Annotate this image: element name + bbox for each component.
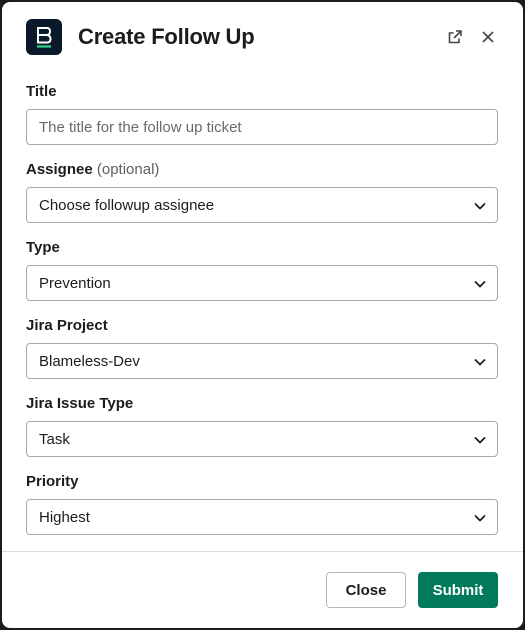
assignee-select[interactable]: Choose followup assignee [26,187,498,223]
close-icon[interactable] [477,26,499,48]
jira-issue-type-value: Task [39,430,70,448]
title-label: Title [26,83,57,100]
modal-header: Create Follow Up [2,2,523,76]
create-follow-up-modal: Create Follow Up Title The title for the… [2,2,523,628]
assignee-label: Assignee (optional) [26,161,159,178]
assignee-value: Choose followup assignee [39,196,215,214]
title-placeholder: The title for the follow up ticket [39,118,242,136]
chevron-down-icon [474,514,486,522]
external-link-icon[interactable] [444,26,466,48]
footer-divider [2,551,523,552]
chevron-down-icon [474,358,486,366]
title-input[interactable]: The title for the follow up ticket [26,109,498,145]
priority-label: Priority [26,473,79,490]
blameless-logo-icon [26,19,62,55]
jira-issue-type-label: Jira Issue Type [26,395,134,412]
chevron-down-icon [474,202,486,210]
chevron-down-icon [474,436,486,444]
type-value: Prevention [39,274,111,292]
jira-issue-type-select[interactable]: Task [26,421,498,457]
submit-button[interactable]: Submit [418,572,498,608]
type-label: Type [26,239,60,256]
close-button[interactable]: Close [326,572,406,608]
jira-project-label: Jira Project [26,317,108,334]
assignee-label-text: Assignee [26,161,93,178]
modal-title: Create Follow Up [78,24,255,49]
assignee-optional-text: (optional) [96,161,160,178]
type-select[interactable]: Prevention [26,265,498,301]
jira-project-select[interactable]: Blameless-Dev [26,343,498,379]
jira-project-value: Blameless-Dev [39,352,140,370]
priority-select[interactable]: Highest [26,499,498,535]
priority-value: Highest [39,508,90,526]
chevron-down-icon [474,280,486,288]
